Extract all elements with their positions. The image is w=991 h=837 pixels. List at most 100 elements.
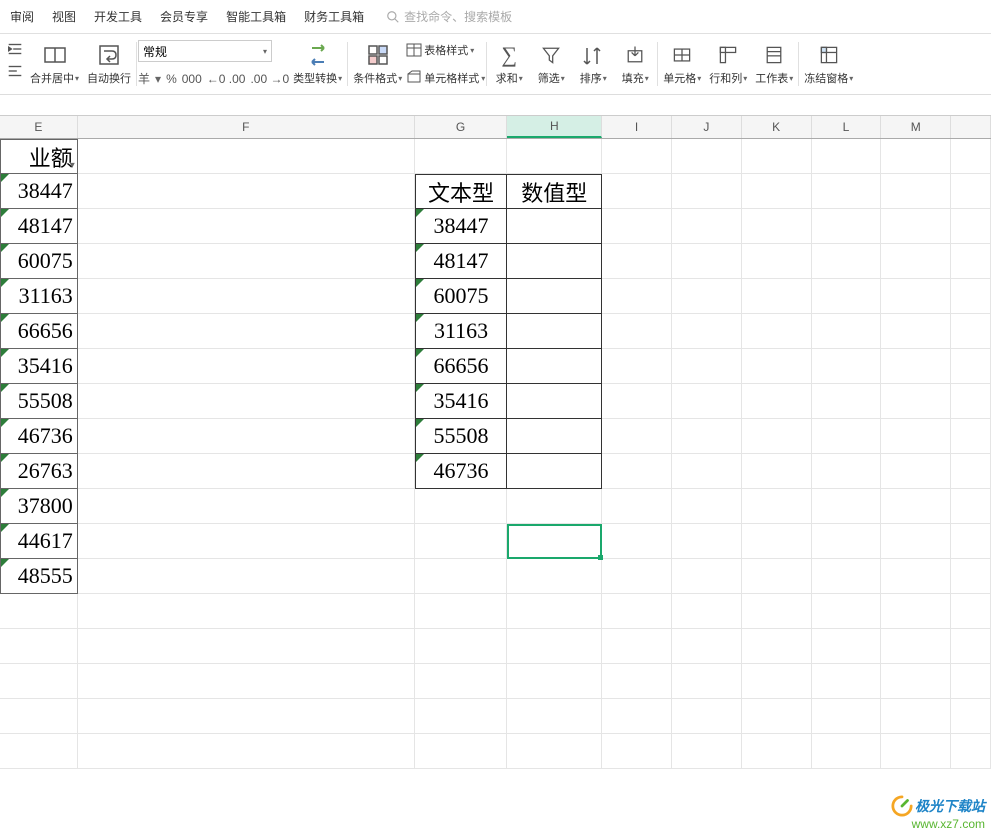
cell[interactable] — [951, 174, 991, 209]
cell[interactable] — [602, 454, 672, 489]
cell[interactable] — [602, 174, 672, 209]
cell[interactable] — [78, 279, 415, 314]
cell[interactable] — [812, 279, 882, 314]
cell[interactable] — [951, 419, 991, 454]
cell[interactable] — [742, 664, 812, 699]
cell[interactable] — [742, 489, 812, 524]
cell[interactable] — [0, 594, 78, 629]
cell[interactable]: 35416 — [0, 349, 78, 384]
cell[interactable] — [507, 139, 602, 174]
cell[interactable] — [951, 559, 991, 594]
cell[interactable]: 55508 — [415, 419, 508, 454]
cell[interactable] — [951, 349, 991, 384]
cell[interactable] — [507, 699, 602, 734]
col-header-K[interactable]: K — [742, 116, 812, 138]
col-header-E[interactable]: E — [0, 116, 78, 138]
cell[interactable] — [507, 489, 602, 524]
col-header-F[interactable]: F — [78, 116, 415, 138]
cell[interactable] — [507, 349, 602, 384]
cell[interactable] — [812, 314, 882, 349]
cell[interactable]: 48555 — [0, 559, 78, 594]
type-convert-button[interactable]: 类型转换▾ — [289, 40, 346, 88]
cell[interactable]: 31163 — [0, 279, 78, 314]
cell[interactable] — [78, 314, 415, 349]
cell[interactable] — [78, 174, 415, 209]
cell[interactable] — [602, 139, 672, 174]
cell[interactable] — [742, 349, 812, 384]
col-header-M[interactable]: M — [881, 116, 951, 138]
cell[interactable] — [672, 664, 742, 699]
cell[interactable] — [78, 524, 415, 559]
cell[interactable] — [672, 734, 742, 769]
cell[interactable] — [78, 489, 415, 524]
cell[interactable]: 48147 — [0, 209, 78, 244]
cell[interactable] — [507, 594, 602, 629]
cell[interactable] — [507, 244, 602, 279]
cell[interactable] — [812, 699, 882, 734]
cell[interactable] — [951, 734, 991, 769]
cell[interactable] — [602, 664, 672, 699]
tab-dev[interactable]: 开发工具 — [92, 6, 144, 27]
cell[interactable]: 60075 — [415, 279, 508, 314]
cell[interactable] — [602, 244, 672, 279]
cell[interactable] — [951, 384, 991, 419]
cell[interactable] — [742, 244, 812, 279]
cell[interactable] — [812, 664, 882, 699]
cell[interactable] — [507, 454, 602, 489]
cell[interactable]: 60075 — [0, 244, 78, 279]
cell[interactable] — [812, 174, 882, 209]
cell[interactable] — [742, 209, 812, 244]
cell[interactable] — [78, 699, 415, 734]
cell[interactable] — [881, 699, 951, 734]
cell[interactable] — [78, 629, 415, 664]
cell[interactable] — [951, 279, 991, 314]
cell[interactable] — [672, 174, 742, 209]
cell[interactable] — [742, 454, 812, 489]
cell[interactable] — [881, 279, 951, 314]
col-header-J[interactable]: J — [672, 116, 742, 138]
cell[interactable] — [881, 454, 951, 489]
indent-inc-icon[interactable] — [6, 40, 24, 58]
cell[interactable] — [951, 454, 991, 489]
cell[interactable] — [672, 139, 742, 174]
cell[interactable] — [78, 594, 415, 629]
fill-button[interactable]: 填充▾ — [614, 40, 656, 88]
cell[interactable]: 35416 — [415, 384, 508, 419]
cell[interactable] — [0, 664, 78, 699]
indent-dec-icon[interactable] — [6, 62, 24, 80]
cell[interactable] — [672, 559, 742, 594]
cell[interactable] — [951, 594, 991, 629]
cell[interactable] — [415, 559, 508, 594]
cell[interactable] — [812, 209, 882, 244]
cell[interactable] — [672, 699, 742, 734]
cell[interactable] — [742, 384, 812, 419]
cell[interactable] — [507, 559, 602, 594]
cell[interactable]: 38447 — [415, 209, 508, 244]
cell[interactable] — [812, 734, 882, 769]
cell[interactable] — [742, 699, 812, 734]
cell[interactable] — [78, 384, 415, 419]
cell[interactable] — [672, 279, 742, 314]
cell[interactable]: 48147 — [415, 244, 508, 279]
filter-dropdown-icon[interactable]: ▾ — [70, 160, 75, 171]
filter-button[interactable]: 筛选▾ — [530, 40, 572, 88]
cell[interactable] — [812, 384, 882, 419]
cell[interactable]: 38447 — [0, 174, 78, 209]
cell[interactable] — [672, 524, 742, 559]
cell[interactable] — [507, 629, 602, 664]
col-header-H[interactable]: H — [507, 116, 602, 138]
cell[interactable] — [602, 734, 672, 769]
cell[interactable]: 44617 — [0, 524, 78, 559]
number-format-select[interactable]: 常规 ▾ — [138, 40, 272, 62]
cell[interactable] — [672, 244, 742, 279]
cell[interactable] — [602, 629, 672, 664]
cell[interactable] — [78, 209, 415, 244]
cell[interactable] — [78, 664, 415, 699]
comma-button[interactable]: 000 — [182, 72, 202, 86]
cell[interactable] — [78, 559, 415, 594]
cell[interactable] — [78, 139, 415, 174]
cell[interactable] — [742, 629, 812, 664]
cell[interactable] — [881, 524, 951, 559]
cell[interactable] — [415, 489, 508, 524]
cell[interactable] — [951, 244, 991, 279]
